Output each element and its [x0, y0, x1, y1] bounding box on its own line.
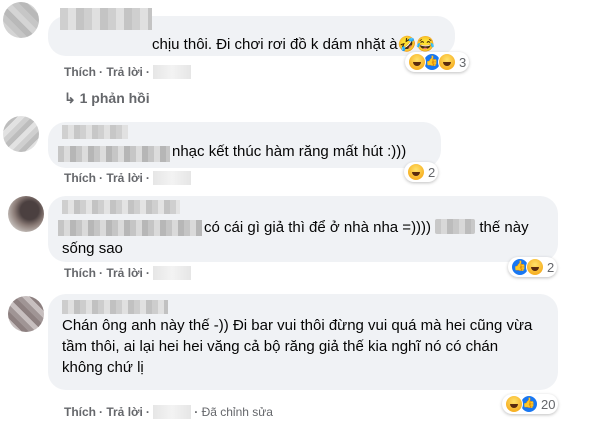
timestamp-redacted[interactable] [153, 171, 192, 185]
author-name-redacted[interactable] [60, 8, 152, 30]
timestamp-redacted[interactable] [153, 405, 192, 419]
comment-text-line2: sống sao [62, 240, 123, 257]
mention-redacted[interactable] [435, 219, 476, 234]
like-action[interactable]: Thích [64, 405, 96, 419]
like-action[interactable]: Thích [64, 65, 96, 79]
timestamp-redacted[interactable] [153, 266, 192, 280]
reaction-summary[interactable]: 👍 3 [405, 52, 470, 72]
reaction-summary[interactable]: 👍 20 [502, 394, 559, 414]
comment-actions: Thích · Trả lời · · Đã chỉnh sửa [64, 405, 273, 419]
replies-label: 1 phản hồi [79, 90, 150, 106]
comment-text: nhạc kết thúc hàm răng mất hút :))) [172, 143, 407, 160]
comment-text-line3: không chứ lị [62, 359, 144, 376]
timestamp-redacted[interactable] [153, 65, 192, 79]
like-action[interactable]: Thích [64, 266, 96, 280]
mention-redacted[interactable] [58, 146, 170, 162]
haha-icon [438, 53, 456, 71]
comment-text-line2: tầm thôi, ai lại hei hei văng cả bộ răng… [62, 338, 499, 355]
comment-text-line1: Chán ông anh này thế -)) Đi bar vui thôi… [62, 317, 533, 334]
haha-icon [408, 53, 426, 71]
reaction-summary[interactable]: 2 [404, 162, 439, 182]
edited-label[interactable]: Đã chỉnh sửa [202, 405, 273, 419]
comment-text-part2: thế này [479, 219, 529, 236]
haha-icon [526, 258, 544, 276]
avatar[interactable] [3, 116, 39, 152]
reaction-count: 2 [547, 259, 555, 275]
reply-action[interactable]: Trả lời [106, 405, 143, 419]
avatar[interactable] [8, 296, 44, 332]
reply-action[interactable]: Trả lời [106, 65, 143, 79]
avatar[interactable] [8, 196, 44, 232]
reply-action[interactable]: Trả lời [106, 171, 143, 185]
haha-icon [407, 163, 425, 181]
comment-text: chịu thôi. Đi chơi rơi đồ k dám nhặt à🤣😂 [152, 36, 435, 53]
comment-actions: Thích · Trả lời · [64, 171, 194, 185]
reaction-count: 2 [428, 164, 436, 180]
reaction-count: 20 [541, 396, 556, 412]
mention-redacted[interactable] [58, 220, 202, 236]
author-name-redacted[interactable] [62, 300, 168, 314]
comment-text-line1: có cái gì giả thì để ở nhà nha =)))) thế… [204, 218, 529, 238]
comment-actions: Thích · Trả lời · [64, 266, 194, 280]
reaction-summary[interactable]: 👍 2 [508, 257, 558, 277]
reaction-count: 3 [459, 54, 467, 70]
view-replies-link[interactable]: ↳ 1 phản hồi [64, 90, 150, 107]
like-action[interactable]: Thích [64, 171, 96, 185]
reply-arrow-icon: ↳ [64, 90, 76, 106]
comment-text-part1: có cái gì giả thì để ở nhà nha =)))) [204, 219, 432, 236]
haha-icon [505, 395, 523, 413]
author-name-redacted[interactable] [62, 200, 180, 214]
author-name-redacted[interactable] [62, 125, 128, 139]
reply-action[interactable]: Trả lời [106, 266, 143, 280]
avatar[interactable] [3, 2, 39, 38]
comment-actions: Thích · Trả lời · [64, 65, 194, 79]
